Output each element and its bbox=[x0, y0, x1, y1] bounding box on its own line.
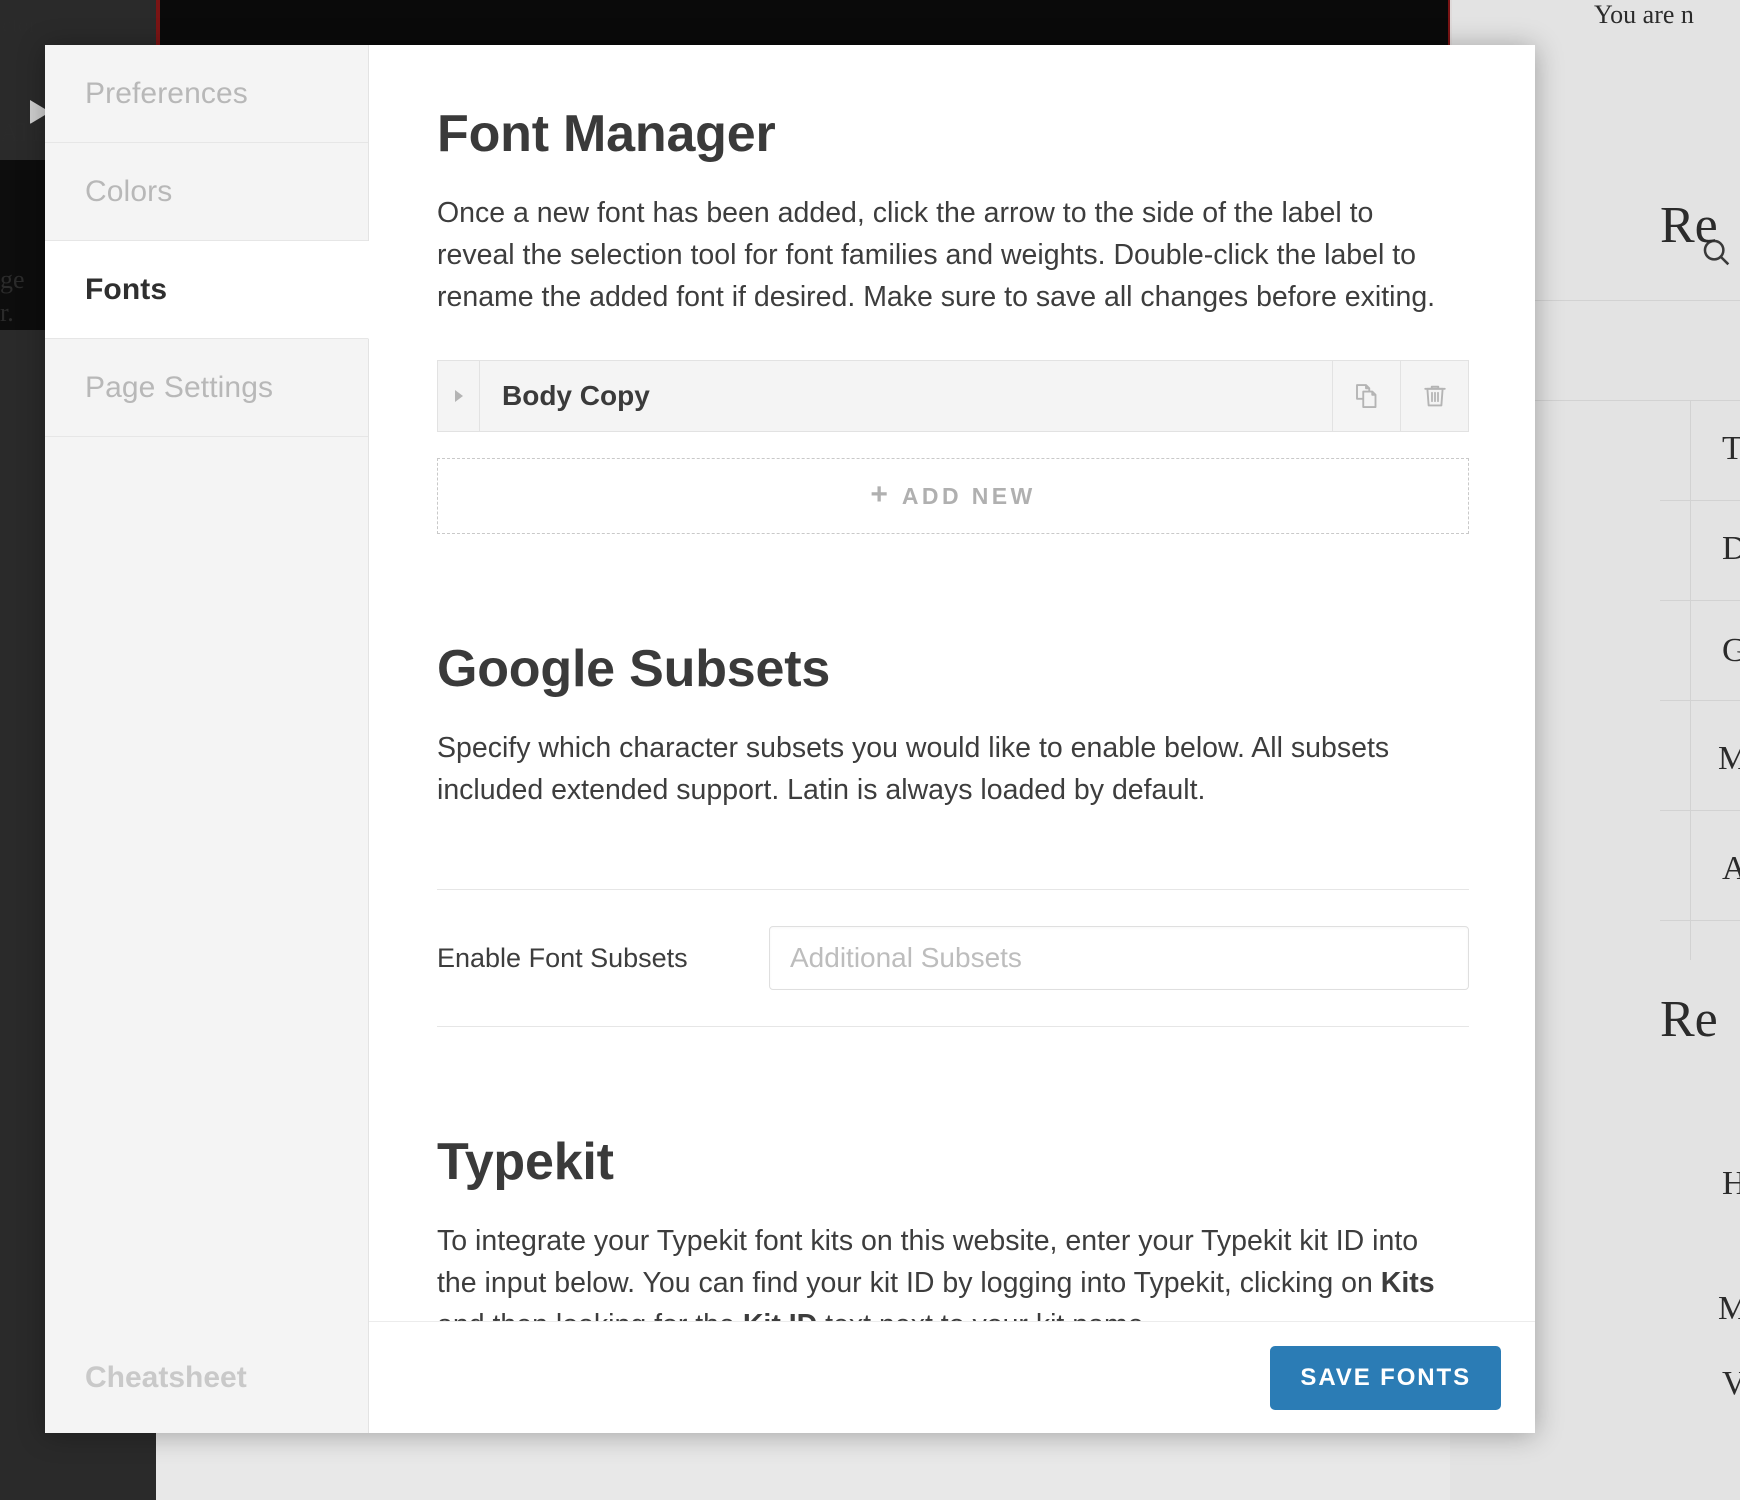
google-subsets-description: Specify which character subsets you woul… bbox=[437, 727, 1457, 811]
caret-right-icon bbox=[455, 390, 463, 402]
sidebar-item-cheatsheet[interactable]: Cheatsheet bbox=[45, 1323, 368, 1433]
sidebar-item-colors[interactable]: Colors bbox=[45, 143, 368, 241]
typekit-description-kits: Kits bbox=[1381, 1267, 1435, 1299]
add-new-label: ADD NEW bbox=[902, 483, 1036, 510]
font-manager-title: Font Manager bbox=[437, 107, 1469, 162]
background-divider bbox=[1500, 300, 1740, 301]
font-delete-button[interactable] bbox=[1400, 361, 1468, 431]
background-text: H bbox=[1722, 1165, 1740, 1203]
enable-font-subsets-row: Enable Font Subsets bbox=[437, 890, 1469, 1026]
typekit-description-part1: To integrate your Typekit font kits on t… bbox=[437, 1225, 1418, 1299]
background-divider bbox=[1660, 920, 1740, 921]
font-list: Body Copy bbox=[437, 360, 1469, 432]
background-divider bbox=[1690, 400, 1691, 960]
background-divider bbox=[1660, 810, 1740, 811]
font-row-name[interactable]: Body Copy bbox=[480, 361, 1332, 431]
modal-sidebar: Preferences Colors Fonts Page Settings C… bbox=[45, 45, 369, 1433]
trash-icon bbox=[1420, 381, 1450, 411]
section-spacer bbox=[437, 534, 1469, 642]
sidebar-item-label: Colors bbox=[85, 175, 172, 209]
background-text: ATE bbox=[0, 118, 48, 148]
background-text: A bbox=[1722, 850, 1740, 888]
settings-modal: Preferences Colors Fonts Page Settings C… bbox=[45, 45, 1535, 1433]
background-divider bbox=[1500, 400, 1740, 401]
sidebar-item-label: Page Settings bbox=[85, 371, 273, 405]
background-text: ctor bbox=[2, 12, 36, 38]
section-spacer bbox=[437, 811, 1469, 889]
background-text: D bbox=[1722, 530, 1740, 568]
font-row-expand-toggle[interactable] bbox=[438, 361, 480, 431]
modal-main-panel: Font Manager Once a new font has been ad… bbox=[369, 45, 1535, 1433]
save-fonts-button[interactable]: SAVE FONTS bbox=[1270, 1346, 1501, 1410]
font-duplicate-button[interactable] bbox=[1332, 361, 1400, 431]
background-text: ge bbox=[0, 265, 25, 295]
sidebar-item-page-settings[interactable]: Page Settings bbox=[45, 339, 368, 437]
sidebar-item-fonts[interactable]: Fonts bbox=[45, 241, 369, 339]
background-text: T bbox=[1722, 430, 1740, 468]
background-text: Re bbox=[1660, 196, 1718, 255]
sidebar-item-label: Fonts bbox=[85, 273, 167, 307]
background-text: V bbox=[1722, 1365, 1740, 1403]
sidebar-item-preferences[interactable]: Preferences bbox=[45, 45, 368, 143]
plus-icon: + bbox=[870, 480, 888, 510]
add-new-font-button[interactable]: + ADD NEW bbox=[437, 458, 1469, 534]
duplicate-icon bbox=[1352, 381, 1382, 411]
background-divider bbox=[1660, 500, 1740, 501]
sidebar-spacer bbox=[45, 437, 368, 1323]
font-manager-description: Once a new font has been added, click th… bbox=[437, 192, 1457, 319]
background-text: M bbox=[1718, 740, 1740, 778]
font-row[interactable]: Body Copy bbox=[437, 360, 1469, 432]
background-text: M bbox=[1718, 1290, 1740, 1328]
background-text: Re bbox=[1660, 990, 1718, 1049]
modal-footer: SAVE FONTS bbox=[369, 1321, 1535, 1433]
google-subsets-title: Google Subsets bbox=[437, 642, 1469, 697]
enable-font-subsets-input[interactable] bbox=[769, 926, 1469, 990]
section-spacer bbox=[437, 1027, 1469, 1135]
background-divider bbox=[1660, 700, 1740, 701]
background-text: G bbox=[1722, 632, 1740, 670]
background-text: You are n bbox=[1594, 0, 1694, 30]
settings-scroll-area[interactable]: Font Manager Once a new font has been ad… bbox=[369, 45, 1535, 1433]
background-text: r. bbox=[0, 298, 14, 328]
sidebar-item-label: Preferences bbox=[85, 77, 248, 111]
background-divider bbox=[1660, 600, 1740, 601]
typekit-title: Typekit bbox=[437, 1135, 1469, 1190]
enable-font-subsets-label: Enable Font Subsets bbox=[437, 943, 769, 974]
sidebar-item-label: Cheatsheet bbox=[85, 1361, 247, 1395]
